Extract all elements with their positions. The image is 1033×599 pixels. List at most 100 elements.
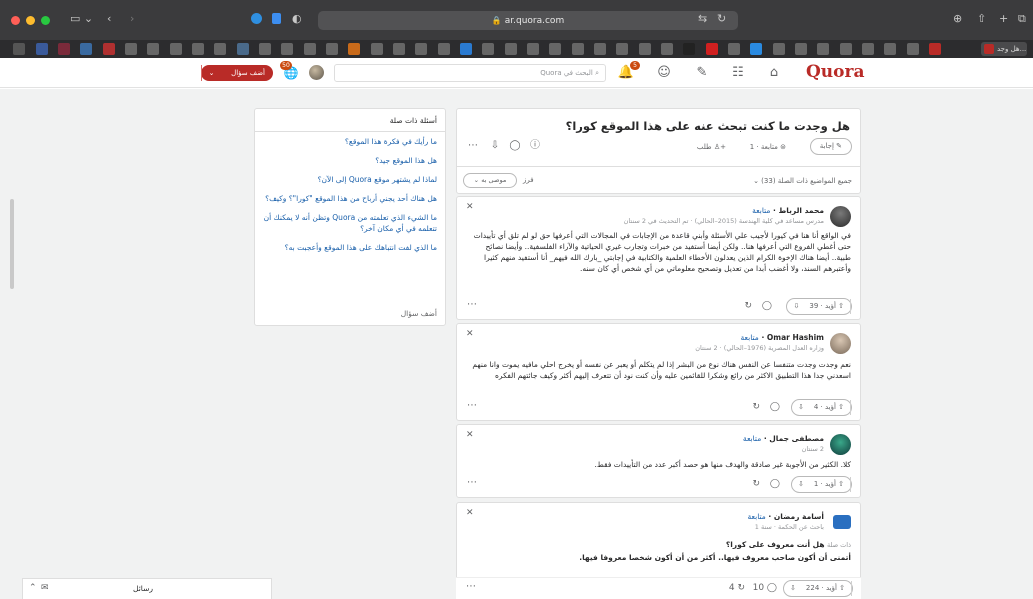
related-question-link[interactable]: ما الشيء الذي تعلمته من Quora وتظن أنه ل… bbox=[255, 208, 445, 238]
favorite-icon[interactable] bbox=[594, 43, 606, 55]
upvote-count[interactable]: أؤيد · 39 ⇧ bbox=[805, 299, 851, 314]
related-question-link[interactable]: ما رأيك في فكرة هذا الموقع؟ bbox=[255, 132, 445, 151]
notifications-icon[interactable]: 🔔 5 bbox=[617, 61, 640, 82]
favorite-icon[interactable] bbox=[13, 43, 25, 55]
favorite-icon[interactable] bbox=[862, 43, 874, 55]
favorite-icon[interactable] bbox=[237, 43, 249, 55]
comment-icon[interactable]: ◯ bbox=[509, 140, 521, 152]
favorite-icon[interactable] bbox=[929, 43, 941, 55]
upvote-button[interactable]: ⇩ أؤيد · 224 ⇧ bbox=[783, 580, 853, 597]
favorite-icon[interactable] bbox=[460, 43, 472, 55]
more-options-icon[interactable]: ⋯ bbox=[467, 477, 478, 488]
favorite-icon[interactable] bbox=[58, 43, 70, 55]
favorite-icon[interactable] bbox=[80, 43, 92, 55]
language-globe-icon[interactable]: 🌐 50 bbox=[280, 61, 299, 81]
favorite-icon[interactable] bbox=[348, 43, 360, 55]
tab-overview-icon[interactable]: ⧉ bbox=[1018, 12, 1026, 26]
favorite-icon[interactable] bbox=[706, 43, 718, 55]
more-options-icon[interactable]: ⋯ bbox=[467, 400, 478, 411]
close-icon[interactable]: ✕ bbox=[466, 329, 474, 339]
downvote-icon[interactable]: ⇩ bbox=[784, 581, 802, 596]
favorite-icon[interactable] bbox=[639, 43, 651, 55]
chevron-down-icon[interactable]: ⌄ bbox=[201, 65, 221, 81]
author-name[interactable]: محمد الرباط bbox=[779, 206, 825, 215]
favorite-icon[interactable] bbox=[125, 43, 137, 55]
favorite-icon[interactable] bbox=[36, 43, 48, 55]
related-topics-dropdown[interactable]: جميع المواضيع ذات الصلة (33) ⌄ bbox=[753, 177, 852, 185]
user-avatar[interactable] bbox=[309, 65, 324, 80]
favorite-icon[interactable] bbox=[103, 43, 115, 55]
downvote-icon[interactable]: ⇩ bbox=[489, 140, 501, 152]
downvote-icon[interactable]: ⇩ bbox=[792, 400, 810, 415]
follow-author-link[interactable]: متابعة bbox=[741, 333, 759, 342]
more-options-icon[interactable]: ⋯ bbox=[467, 299, 478, 310]
favorite-icon[interactable] bbox=[750, 43, 762, 55]
close-window-button[interactable] bbox=[11, 16, 20, 25]
add-question-button[interactable]: أضف سؤال ⌄ bbox=[201, 65, 273, 81]
related-question-link[interactable]: ما الذي لفت انتباهك على هذا الموقع وأعجب… bbox=[255, 238, 445, 257]
search-input[interactable]: ⌕ البحث في Quora bbox=[334, 64, 606, 82]
active-tab[interactable]: هل وجد... bbox=[981, 42, 1027, 56]
follow-author-link[interactable]: متابعة bbox=[743, 434, 761, 443]
download-icon[interactable]: ⊕ bbox=[953, 12, 962, 26]
favorite-icon[interactable] bbox=[192, 43, 204, 55]
favorite-icon[interactable] bbox=[371, 43, 383, 55]
comment-icon[interactable]: ◯ bbox=[770, 402, 780, 412]
share-icon[interactable]: ↻ bbox=[752, 402, 760, 412]
favorite-icon[interactable] bbox=[170, 43, 182, 55]
upvote-count[interactable]: أؤيد · 224 ⇧ bbox=[802, 581, 852, 596]
favorite-icon[interactable] bbox=[795, 43, 807, 55]
author-name[interactable]: Omar Hashim bbox=[767, 333, 824, 342]
favorite-icon[interactable] bbox=[304, 43, 316, 55]
author-avatar[interactable] bbox=[830, 206, 851, 227]
messages-dock[interactable]: رسائل ✉ ⌃ bbox=[22, 578, 272, 599]
back-icon[interactable]: ‹ bbox=[107, 12, 111, 26]
answer-button[interactable]: ✎ إجابة bbox=[809, 138, 852, 155]
follow-author-link[interactable]: متابعة bbox=[752, 206, 770, 215]
bookmark-extension-icon[interactable] bbox=[272, 13, 281, 24]
favorite-icon[interactable] bbox=[438, 43, 450, 55]
favorite-icon[interactable] bbox=[281, 43, 293, 55]
downvote-icon[interactable]: ⇩ bbox=[787, 299, 805, 314]
favorite-icon[interactable] bbox=[728, 43, 740, 55]
upvote-count[interactable]: أؤيد · 4 ⇧ bbox=[810, 400, 851, 415]
answer-icon[interactable]: ✎ bbox=[693, 64, 711, 82]
favorite-icon[interactable] bbox=[147, 43, 159, 55]
upvote-button[interactable]: ⇩ أؤيد · 4 ⇧ bbox=[790, 399, 852, 416]
downvote-icon[interactable]: ⇩ bbox=[792, 477, 810, 492]
following-icon[interactable]: ☷ bbox=[729, 64, 747, 82]
share-count[interactable]: 4 ↻ bbox=[729, 583, 745, 593]
favorite-icon[interactable] bbox=[505, 43, 517, 55]
favorite-icon[interactable] bbox=[259, 43, 271, 55]
info-icon[interactable]: ⓘ bbox=[529, 140, 541, 152]
upvote-count[interactable]: أؤيد · 1 ⇧ bbox=[810, 477, 851, 492]
favorite-icon[interactable] bbox=[884, 43, 896, 55]
follow-author-link[interactable]: متابعة bbox=[747, 512, 765, 521]
favorite-icon[interactable] bbox=[683, 43, 695, 55]
favorite-icon[interactable] bbox=[527, 43, 539, 55]
more-options-icon[interactable]: ⋯ bbox=[466, 581, 477, 592]
reload-icon[interactable]: ↻ bbox=[717, 12, 726, 26]
favorite-icon[interactable] bbox=[549, 43, 561, 55]
spaces-icon[interactable]: ☺ bbox=[655, 64, 673, 82]
favorite-icon[interactable] bbox=[214, 43, 226, 55]
share-icon[interactable]: ↻ bbox=[752, 479, 760, 489]
home-icon[interactable]: ⌂ bbox=[765, 64, 783, 82]
close-icon[interactable]: ✕ bbox=[466, 508, 474, 518]
more-options-icon[interactable]: ⋯ bbox=[467, 140, 479, 152]
minimize-window-button[interactable] bbox=[26, 16, 35, 25]
shield-icon[interactable]: ◐ bbox=[292, 12, 302, 26]
add-question-link[interactable]: أضف سؤال bbox=[401, 309, 437, 318]
zoom-window-button[interactable] bbox=[41, 16, 50, 25]
scrollbar[interactable] bbox=[10, 199, 14, 289]
extension-icon[interactable] bbox=[251, 13, 262, 24]
new-tab-icon[interactable]: + bbox=[999, 12, 1008, 26]
favorite-icon[interactable] bbox=[661, 43, 673, 55]
author-name[interactable]: مصطفى جمال bbox=[769, 434, 824, 443]
author-avatar[interactable] bbox=[830, 434, 851, 455]
sidebar-toggle-icon[interactable]: ▭ ⌄ bbox=[70, 12, 93, 26]
quora-logo[interactable]: Quora bbox=[806, 62, 864, 82]
favorite-icon[interactable] bbox=[482, 43, 494, 55]
related-question-link[interactable]: هل أنت معروف على كورا؟ bbox=[726, 540, 825, 549]
close-icon[interactable]: ✕ bbox=[466, 430, 474, 440]
